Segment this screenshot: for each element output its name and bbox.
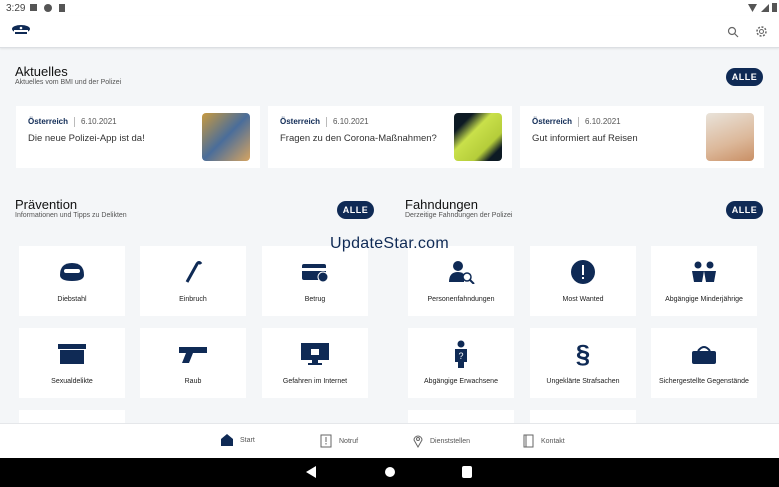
box-icon	[57, 342, 87, 366]
news-card[interactable]: Österreich 6.10.2021 Gut informiert auf R…	[520, 106, 764, 168]
wanted-title: Fahndungen	[405, 197, 479, 212]
search-icon[interactable]	[727, 26, 739, 38]
tile-most-wanted[interactable]: Most Wanted	[530, 246, 636, 316]
bottom-navigation: Start Notruf Dienststellen Kontakt	[0, 423, 779, 458]
news-region: Österreich	[532, 117, 573, 127]
back-icon[interactable]	[306, 466, 316, 478]
news-thumbnail	[202, 113, 250, 161]
tile-betrug[interactable]: Betrug	[262, 246, 368, 316]
wifi-icon	[748, 4, 757, 12]
news-subtitle: Aktuelles vom BMI und der Polizei	[15, 79, 122, 86]
tile-diebstahl[interactable]: Diebstahl	[19, 246, 125, 316]
status-bar: 3:29	[0, 0, 779, 16]
wanted-subtitle: Derzeitige Fahndungen der Polizei	[405, 212, 513, 219]
news-date: 6.10.2021	[81, 117, 117, 127]
news-card[interactable]: Österreich 6.10.2021 Fragen zu den Corona…	[268, 106, 512, 168]
settings-gear-icon[interactable]	[755, 25, 768, 38]
news-thumbnail	[454, 113, 502, 161]
home-button-icon[interactable]	[385, 467, 395, 477]
tile-sexualdelikte[interactable]: Sexualdelikte	[19, 328, 125, 398]
tile-einbruch[interactable]: Einbruch	[140, 246, 246, 316]
system-navigation-bar	[0, 458, 779, 487]
prevention-title: Prävention	[15, 197, 78, 212]
tile-abgaengige-erwachsene[interactable]: ? Abgängige Erwachsene	[408, 328, 514, 398]
news-region: Österreich	[280, 117, 321, 127]
paragraph-icon: §	[575, 338, 591, 369]
wanted-all-button[interactable]: ALLE	[726, 201, 763, 219]
svg-text:?: ?	[458, 351, 463, 361]
news-date: 6.10.2021	[333, 117, 369, 127]
bag-icon	[690, 342, 718, 366]
status-time: 3:29	[6, 3, 26, 14]
tile-abgaengige-minderjaehrige[interactable]: Abgängige Minderjährige	[651, 246, 757, 316]
contact-book-icon	[523, 434, 534, 448]
monitor-icon	[300, 342, 330, 366]
nav-kontakt[interactable]: Kontakt	[523, 434, 565, 448]
person-question-icon: ?	[451, 340, 471, 368]
notification-icon	[30, 4, 37, 11]
news-headline: Die neue Polizei-App ist da!	[28, 133, 145, 144]
news-date: 6.10.2021	[585, 117, 621, 127]
tile-personenfahndungen[interactable]: Personenfahndungen	[408, 246, 514, 316]
news-all-button[interactable]: ALLE	[726, 68, 763, 86]
news-region: Österreich	[28, 117, 69, 127]
signal-icon	[761, 4, 769, 12]
sd-card-icon	[59, 4, 65, 12]
emergency-phone-icon	[320, 434, 332, 448]
watermark: UpdateStar.com	[330, 235, 449, 252]
children-icon	[689, 260, 719, 284]
battery-icon	[772, 3, 777, 12]
tile-ungeklaerte-strafsachen[interactable]: § Ungeklärte Strafsachen	[530, 328, 636, 398]
mask-icon	[58, 260, 86, 284]
tile-raub[interactable]: Raub	[140, 328, 246, 398]
nav-start[interactable]: Start	[221, 434, 255, 446]
recents-icon[interactable]	[462, 466, 472, 478]
location-pin-icon	[413, 435, 423, 448]
nav-dienststellen[interactable]: Dienststellen	[413, 434, 470, 448]
gun-icon	[177, 342, 209, 366]
nav-notruf[interactable]: Notruf	[320, 434, 358, 448]
prevention-subtitle: Informationen und Tipps zu Delikten	[15, 212, 127, 219]
news-card[interactable]: Österreich 6.10.2021 Die neue Polizei-App…	[16, 106, 260, 168]
prevention-all-button[interactable]: ALLE	[337, 201, 374, 219]
person-search-icon	[447, 260, 475, 284]
news-headline: Gut informiert auf Reisen	[532, 133, 638, 144]
crowbar-icon	[183, 260, 203, 284]
tile-sichergestellte-gegenstaende[interactable]: Sichergestellte Gegenstände	[651, 328, 757, 398]
news-thumbnail	[706, 113, 754, 161]
news-headline: Fragen zu den Corona-Maßnahmen?	[280, 133, 437, 144]
tile-gefahren-internet[interactable]: Gefahren im Internet	[262, 328, 368, 398]
police-cap-logo-icon	[12, 25, 30, 34]
home-icon	[221, 434, 233, 446]
news-title: Aktuelles	[15, 64, 68, 79]
notification-icon	[44, 4, 52, 12]
exclamation-icon	[570, 260, 596, 284]
card-icon	[301, 260, 329, 284]
app-bar	[0, 16, 779, 48]
